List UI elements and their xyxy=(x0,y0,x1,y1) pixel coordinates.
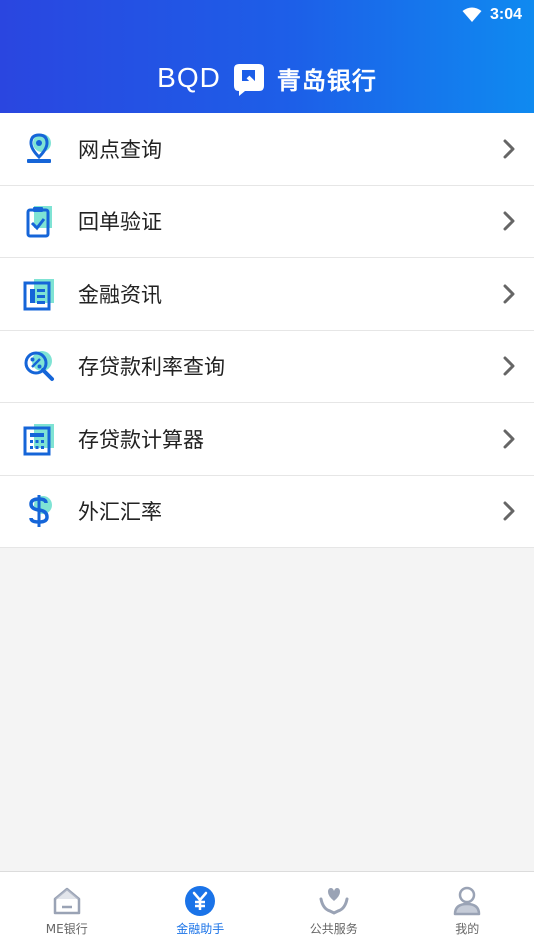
status-bar: 3:04 xyxy=(0,0,534,30)
tab-mine[interactable]: 我的 xyxy=(401,872,534,949)
menu-item-rate-query[interactable]: 存贷款利率查询 xyxy=(0,331,534,403)
service-menu: 网点查询 回单验证 金融资讯 存贷款利率查询 存贷款计算器 外汇汇率 xyxy=(0,113,534,548)
menu-item-label: 存贷款利率查询 xyxy=(78,355,225,380)
menu-item-loan-calculator[interactable]: 存贷款计算器 xyxy=(0,403,534,476)
tab-label: 金融助手 xyxy=(176,922,225,936)
location-pin-icon xyxy=(27,133,51,163)
chevron-right-icon xyxy=(503,501,515,521)
brand: BQD 青岛银行 xyxy=(0,60,534,96)
chevron-right-icon xyxy=(503,356,515,376)
chevron-right-icon xyxy=(503,429,515,449)
menu-item-outlet-query[interactable]: 网点查询 xyxy=(0,113,534,186)
calculator-icon xyxy=(23,423,54,456)
brand-latin: BQD xyxy=(157,62,221,93)
bqd-logo-icon xyxy=(233,64,264,96)
tab-public-service[interactable]: 公共服务 xyxy=(267,872,401,949)
tab-label: ME银行 xyxy=(45,922,88,936)
menu-item-fx-rate[interactable]: 外汇汇率 xyxy=(0,476,534,548)
menu-item-label: 存贷款计算器 xyxy=(78,427,204,452)
heart-hands-icon xyxy=(319,888,349,915)
chevron-right-icon xyxy=(503,211,515,231)
menu-item-label: 金融资讯 xyxy=(78,282,162,307)
chevron-right-icon xyxy=(503,284,515,304)
tab-me-bank[interactable]: ME银行 xyxy=(0,872,134,949)
clipboard-check-icon xyxy=(26,206,52,238)
tab-finance-assistant[interactable]: 金融助手 xyxy=(134,872,268,949)
chevron-right-icon xyxy=(503,139,515,159)
brand-cn: 青岛银行 xyxy=(276,66,377,95)
app-header: 3:04 BQD 青岛银行 xyxy=(0,0,534,113)
menu-item-finance-news[interactable]: 金融资讯 xyxy=(0,258,534,331)
bottom-tab-bar: ME银行 金融助手 公共服务 我的 xyxy=(0,871,534,949)
menu-item-receipt-verify[interactable]: 回单验证 xyxy=(0,186,534,258)
menu-item-label: 外汇汇率 xyxy=(78,500,162,525)
home-icon xyxy=(53,887,80,915)
menu-item-label: 回单验证 xyxy=(78,210,162,235)
news-icon xyxy=(23,278,54,311)
dollar-icon xyxy=(29,495,52,528)
tab-label: 我的 xyxy=(455,922,480,936)
status-time: 3:04 xyxy=(489,6,522,23)
rate-search-icon xyxy=(24,351,54,382)
wifi-icon xyxy=(462,7,482,22)
person-icon xyxy=(454,886,481,916)
menu-item-label: 网点查询 xyxy=(78,137,162,162)
yuan-icon xyxy=(185,886,216,916)
tab-label: 公共服务 xyxy=(309,922,358,936)
